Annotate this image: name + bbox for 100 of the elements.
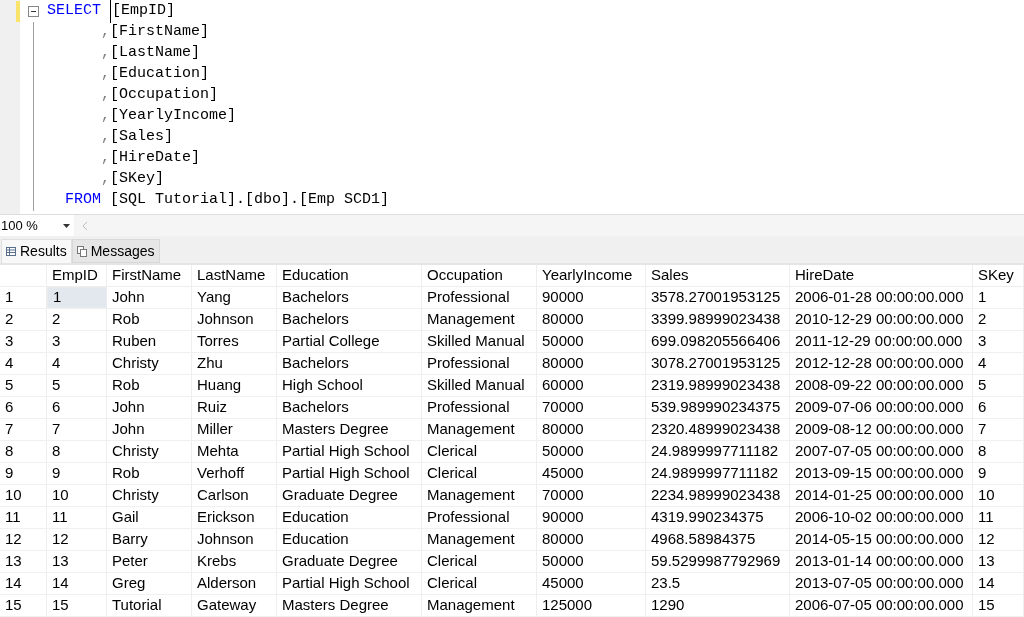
table-cell[interactable]: 8 bbox=[47, 441, 107, 462]
table-cell[interactable]: Johnson bbox=[192, 309, 277, 330]
row-number[interactable]: 10 bbox=[0, 485, 47, 506]
table-cell[interactable]: 2014-05-15 00:00:00.000 bbox=[790, 529, 973, 550]
table-cell[interactable]: 7 bbox=[973, 419, 1024, 440]
row-number[interactable]: 15 bbox=[0, 595, 47, 616]
table-cell[interactable]: 45000 bbox=[537, 463, 646, 484]
table-cell[interactable]: Peter bbox=[107, 551, 192, 572]
table-cell[interactable]: Gateway bbox=[192, 595, 277, 616]
table-cell[interactable]: 24.9899997711182 bbox=[646, 441, 790, 462]
table-cell[interactable]: 2013-09-15 00:00:00.000 bbox=[790, 463, 973, 484]
table-cell[interactable]: Verhoff bbox=[192, 463, 277, 484]
table-cell[interactable]: Ruiz bbox=[192, 397, 277, 418]
table-cell[interactable]: Huang bbox=[192, 375, 277, 396]
table-cell[interactable]: 80000 bbox=[537, 353, 646, 374]
row-number[interactable]: 3 bbox=[0, 331, 47, 352]
table-cell[interactable]: Christy bbox=[107, 485, 192, 506]
table-cell[interactable]: 8 bbox=[973, 441, 1024, 462]
table-cell[interactable]: Torres bbox=[192, 331, 277, 352]
table-cell[interactable]: 14 bbox=[47, 573, 107, 594]
table-cell[interactable]: 50000 bbox=[537, 441, 646, 462]
table-cell[interactable]: 2009-08-12 00:00:00.000 bbox=[790, 419, 973, 440]
table-cell[interactable]: 6 bbox=[973, 397, 1024, 418]
table-cell[interactable]: Rob bbox=[107, 463, 192, 484]
row-number[interactable]: 2 bbox=[0, 309, 47, 330]
table-cell[interactable]: 2013-07-05 00:00:00.000 bbox=[790, 573, 973, 594]
row-number[interactable]: 9 bbox=[0, 463, 47, 484]
table-cell[interactable]: Graduate Degree bbox=[277, 485, 422, 506]
collapse-icon[interactable] bbox=[28, 6, 39, 17]
table-cell[interactable]: 70000 bbox=[537, 397, 646, 418]
table-cell[interactable]: 4319.990234375 bbox=[646, 507, 790, 528]
table-cell[interactable]: Professional bbox=[422, 507, 537, 528]
table-cell[interactable]: 2010-12-29 00:00:00.000 bbox=[790, 309, 973, 330]
table-cell[interactable]: 5 bbox=[47, 375, 107, 396]
table-cell[interactable]: 15 bbox=[47, 595, 107, 616]
column-header[interactable]: Education bbox=[277, 265, 422, 286]
table-cell[interactable]: 5 bbox=[973, 375, 1024, 396]
table-cell[interactable]: 2011-12-29 00:00:00.000 bbox=[790, 331, 973, 352]
table-cell[interactable]: Masters Degree bbox=[277, 419, 422, 440]
table-cell[interactable]: Christy bbox=[107, 353, 192, 374]
table-cell[interactable]: John bbox=[107, 397, 192, 418]
table-cell[interactable]: Professional bbox=[422, 287, 537, 308]
table-cell[interactable]: 2012-12-28 00:00:00.000 bbox=[790, 353, 973, 374]
table-cell[interactable]: Greg bbox=[107, 573, 192, 594]
column-header[interactable]: YearlyIncome bbox=[537, 265, 646, 286]
table-cell[interactable]: John bbox=[107, 419, 192, 440]
table-cell[interactable]: Carlson bbox=[192, 485, 277, 506]
table-cell[interactable]: 3578.27001953125 bbox=[646, 287, 790, 308]
table-cell[interactable]: 23.5 bbox=[646, 573, 790, 594]
table-cell[interactable]: 50000 bbox=[537, 331, 646, 352]
table-cell[interactable]: 70000 bbox=[537, 485, 646, 506]
table-cell[interactable]: Bachelors bbox=[277, 287, 422, 308]
table-cell[interactable]: 4968.58984375 bbox=[646, 529, 790, 550]
table-cell[interactable]: Partial High School bbox=[277, 441, 422, 462]
table-cell[interactable]: 9 bbox=[47, 463, 107, 484]
table-cell[interactable]: 2 bbox=[47, 309, 107, 330]
table-cell[interactable]: Krebs bbox=[192, 551, 277, 572]
zoom-dropdown[interactable]: 100 % bbox=[0, 215, 74, 237]
table-cell[interactable]: 12 bbox=[47, 529, 107, 550]
row-number[interactable]: 11 bbox=[0, 507, 47, 528]
column-header[interactable]: FirstName bbox=[107, 265, 192, 286]
table-cell[interactable]: John bbox=[107, 287, 192, 308]
table-cell[interactable]: Rob bbox=[107, 309, 192, 330]
table-cell[interactable]: Johnson bbox=[192, 529, 277, 550]
table-cell[interactable]: Alderson bbox=[192, 573, 277, 594]
table-cell[interactable]: Mehta bbox=[192, 441, 277, 462]
table-cell[interactable]: 11 bbox=[47, 507, 107, 528]
table-cell[interactable]: 10 bbox=[973, 485, 1024, 506]
table-cell[interactable]: 90000 bbox=[537, 507, 646, 528]
table-cell[interactable]: Bachelors bbox=[277, 309, 422, 330]
table-cell[interactable]: 3078.27001953125 bbox=[646, 353, 790, 374]
table-cell[interactable]: 13 bbox=[47, 551, 107, 572]
table-cell[interactable]: 2009-07-06 00:00:00.000 bbox=[790, 397, 973, 418]
table-cell[interactable]: Skilled Manual bbox=[422, 375, 537, 396]
table-cell[interactable]: Management bbox=[422, 419, 537, 440]
table-cell[interactable]: High School bbox=[277, 375, 422, 396]
table-cell[interactable]: 12 bbox=[973, 529, 1024, 550]
table-cell[interactable]: 1 bbox=[47, 287, 107, 308]
table-cell[interactable]: Partial High School bbox=[277, 463, 422, 484]
column-header[interactable]: SKey bbox=[973, 265, 1024, 286]
table-cell[interactable]: 2006-10-02 00:00:00.000 bbox=[790, 507, 973, 528]
table-cell[interactable]: Management bbox=[422, 309, 537, 330]
table-cell[interactable]: Management bbox=[422, 595, 537, 616]
table-cell[interactable]: 11 bbox=[973, 507, 1024, 528]
table-cell[interactable]: 9 bbox=[973, 463, 1024, 484]
column-header[interactable]: LastName bbox=[192, 265, 277, 286]
table-cell[interactable]: Zhu bbox=[192, 353, 277, 374]
row-number[interactable]: 5 bbox=[0, 375, 47, 396]
row-number[interactable]: 13 bbox=[0, 551, 47, 572]
table-cell[interactable]: 60000 bbox=[537, 375, 646, 396]
result-tab[interactable]: Results bbox=[1, 239, 72, 263]
table-cell[interactable]: Clerical bbox=[422, 573, 537, 594]
table-cell[interactable]: 1290 bbox=[646, 595, 790, 616]
table-cell[interactable]: 3 bbox=[47, 331, 107, 352]
table-cell[interactable]: 4 bbox=[47, 353, 107, 374]
table-cell[interactable]: 4 bbox=[973, 353, 1024, 374]
table-cell[interactable]: Clerical bbox=[422, 463, 537, 484]
column-header[interactable]: Occupation bbox=[422, 265, 537, 286]
row-number[interactable]: 7 bbox=[0, 419, 47, 440]
table-cell[interactable]: 80000 bbox=[537, 309, 646, 330]
